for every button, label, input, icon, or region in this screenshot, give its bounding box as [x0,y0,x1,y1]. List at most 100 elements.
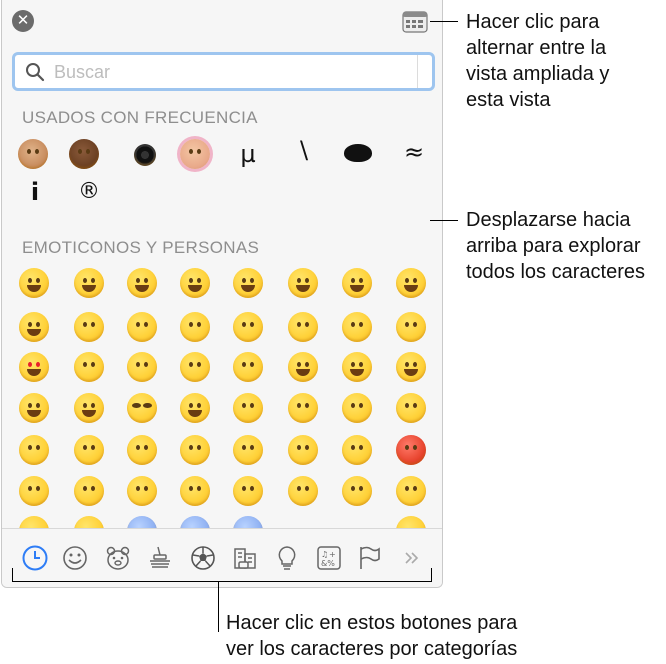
emoji-slight-frown[interactable] [127,476,157,506]
emoji-smiley[interactable] [233,268,263,298]
emoji-wink[interactable] [74,312,104,342]
callout-middle: Desplazarse hacia arriba para explorar t… [466,207,645,285]
emoji-relaxed[interactable] [288,312,318,342]
emoji-smile[interactable] [288,268,318,298]
buildings-icon [234,548,256,569]
emoji-angry[interactable] [342,435,372,465]
emoji-tongue-closed[interactable] [342,352,372,382]
svg-text:♫: ♫ [321,550,328,559]
emoji-hugging[interactable] [180,393,210,423]
emoji-neutral[interactable] [342,393,372,423]
bracket-left-tick [12,568,13,582]
symbols-icon: ♫ +&% [317,546,341,570]
emoji-blush[interactable] [127,312,157,342]
more-icon [405,552,419,564]
search-field[interactable] [12,52,435,91]
callout-bottom-line: Hacer clic en estos botones para [226,612,518,634]
emoji-weary[interactable] [396,476,426,506]
emoji-grimace[interactable] [74,268,104,298]
frequent-section-title: USADOS CON FRECUENCIA [22,108,258,127]
category-activity-button[interactable] [188,543,218,573]
smiley-icon [63,546,87,570]
category-symbols-button[interactable]: ♫ + &% [314,543,344,573]
emoji-ok-woman[interactable] [180,139,210,169]
bracket-horizontal [12,581,432,582]
close-button[interactable]: ✕ [12,10,34,32]
search-icon [26,63,45,82]
emoji-heart-eyes[interactable] [19,352,49,382]
emoticons-section-title: EMOTICONOS Y PERSONAS [22,238,260,257]
emoji-grin[interactable] [19,268,49,298]
callout-top-line: alternar entre la [466,37,607,59]
category-recent-button[interactable] [20,543,50,573]
glyph-wave[interactable]: ≈ [394,134,434,170]
expand-view-icon [402,11,428,33]
category-objects-button[interactable] [272,543,302,573]
emoji-disappointed[interactable] [233,435,263,465]
emoji-tired[interactable] [342,476,372,506]
search-input[interactable] [52,59,416,85]
emoji-laughing[interactable] [396,268,426,298]
category-flags-button[interactable] [354,543,384,573]
svg-text:&%: &% [321,559,335,568]
emoji-sunglasses[interactable] [127,393,157,423]
emoji-unamused[interactable] [19,435,49,465]
emoji-cloud[interactable] [344,144,372,162]
emoji-pensive[interactable] [19,476,49,506]
emoji-tongue-wink[interactable] [288,352,318,382]
emoji-nerd[interactable] [74,393,104,423]
category-smileys-button[interactable] [60,543,90,573]
emoji-worker[interactable] [18,139,48,169]
emoji-eye-roll[interactable] [74,435,104,465]
emoji-relieved[interactable] [396,312,426,342]
emoji-joy[interactable] [180,268,210,298]
emoji-flushed[interactable] [180,435,210,465]
emoji-smirk[interactable] [233,393,263,423]
emoji-persevere[interactable] [233,476,263,506]
food-icon [150,546,170,568]
callout-top-line: esta vista [466,89,551,111]
emoji-frown[interactable] [180,476,210,506]
callout-line-top [430,21,458,22]
glyph-info[interactable]: i [15,174,55,210]
bulb-icon [278,546,296,570]
emoji-yum[interactable] [342,312,372,342]
emoji-kissing-heart[interactable] [74,352,104,382]
glyph-registered[interactable]: ® [69,174,109,210]
emoji-upside-down[interactable] [233,312,263,342]
emoji-money-mouth[interactable] [19,393,49,423]
emoji-grin-eyes[interactable] [127,268,157,298]
emoji-no-gesture[interactable] [69,139,99,169]
category-travel-button[interactable] [230,543,260,573]
flag-icon [360,546,380,569]
emoji-kissing-smiling[interactable] [180,352,210,382]
emoji-thinking[interactable] [127,435,157,465]
emoji-kissing-closed[interactable] [233,352,263,382]
emoji-innocent[interactable] [19,312,49,342]
callout-top: Hacer clic para alternar entre la vista … [466,9,609,113]
glyph-micro[interactable]: µ [228,136,268,172]
category-more-button[interactable] [396,543,426,573]
emoji-flower[interactable] [134,144,156,166]
emoji-tongue[interactable] [396,352,426,382]
emoji-confounded[interactable] [288,476,318,506]
svg-text:+: + [329,550,336,559]
emoji-confused[interactable] [74,476,104,506]
glyph-backslash[interactable]: \ [284,132,324,168]
callout-line-bottom [218,581,219,632]
bear-icon [106,546,130,570]
ball-icon [191,546,215,570]
emoji-sweat-smile[interactable] [342,268,372,298]
callout-top-line: Hacer clic para [466,11,600,33]
emoji-worried[interactable] [288,435,318,465]
emoji-slight-smile[interactable] [180,312,210,342]
toggle-view-button[interactable] [402,11,428,33]
callout-middle-line: Desplazarse hacia [466,209,631,231]
emoji-no-mouth[interactable] [288,393,318,423]
category-bar: ♫ + &% [2,528,442,587]
emoji-expressionless[interactable] [396,393,426,423]
category-animals-button[interactable] [103,543,133,573]
emoji-kissing[interactable] [127,352,157,382]
category-food-button[interactable] [145,543,175,573]
emoji-rage[interactable] [396,435,426,465]
